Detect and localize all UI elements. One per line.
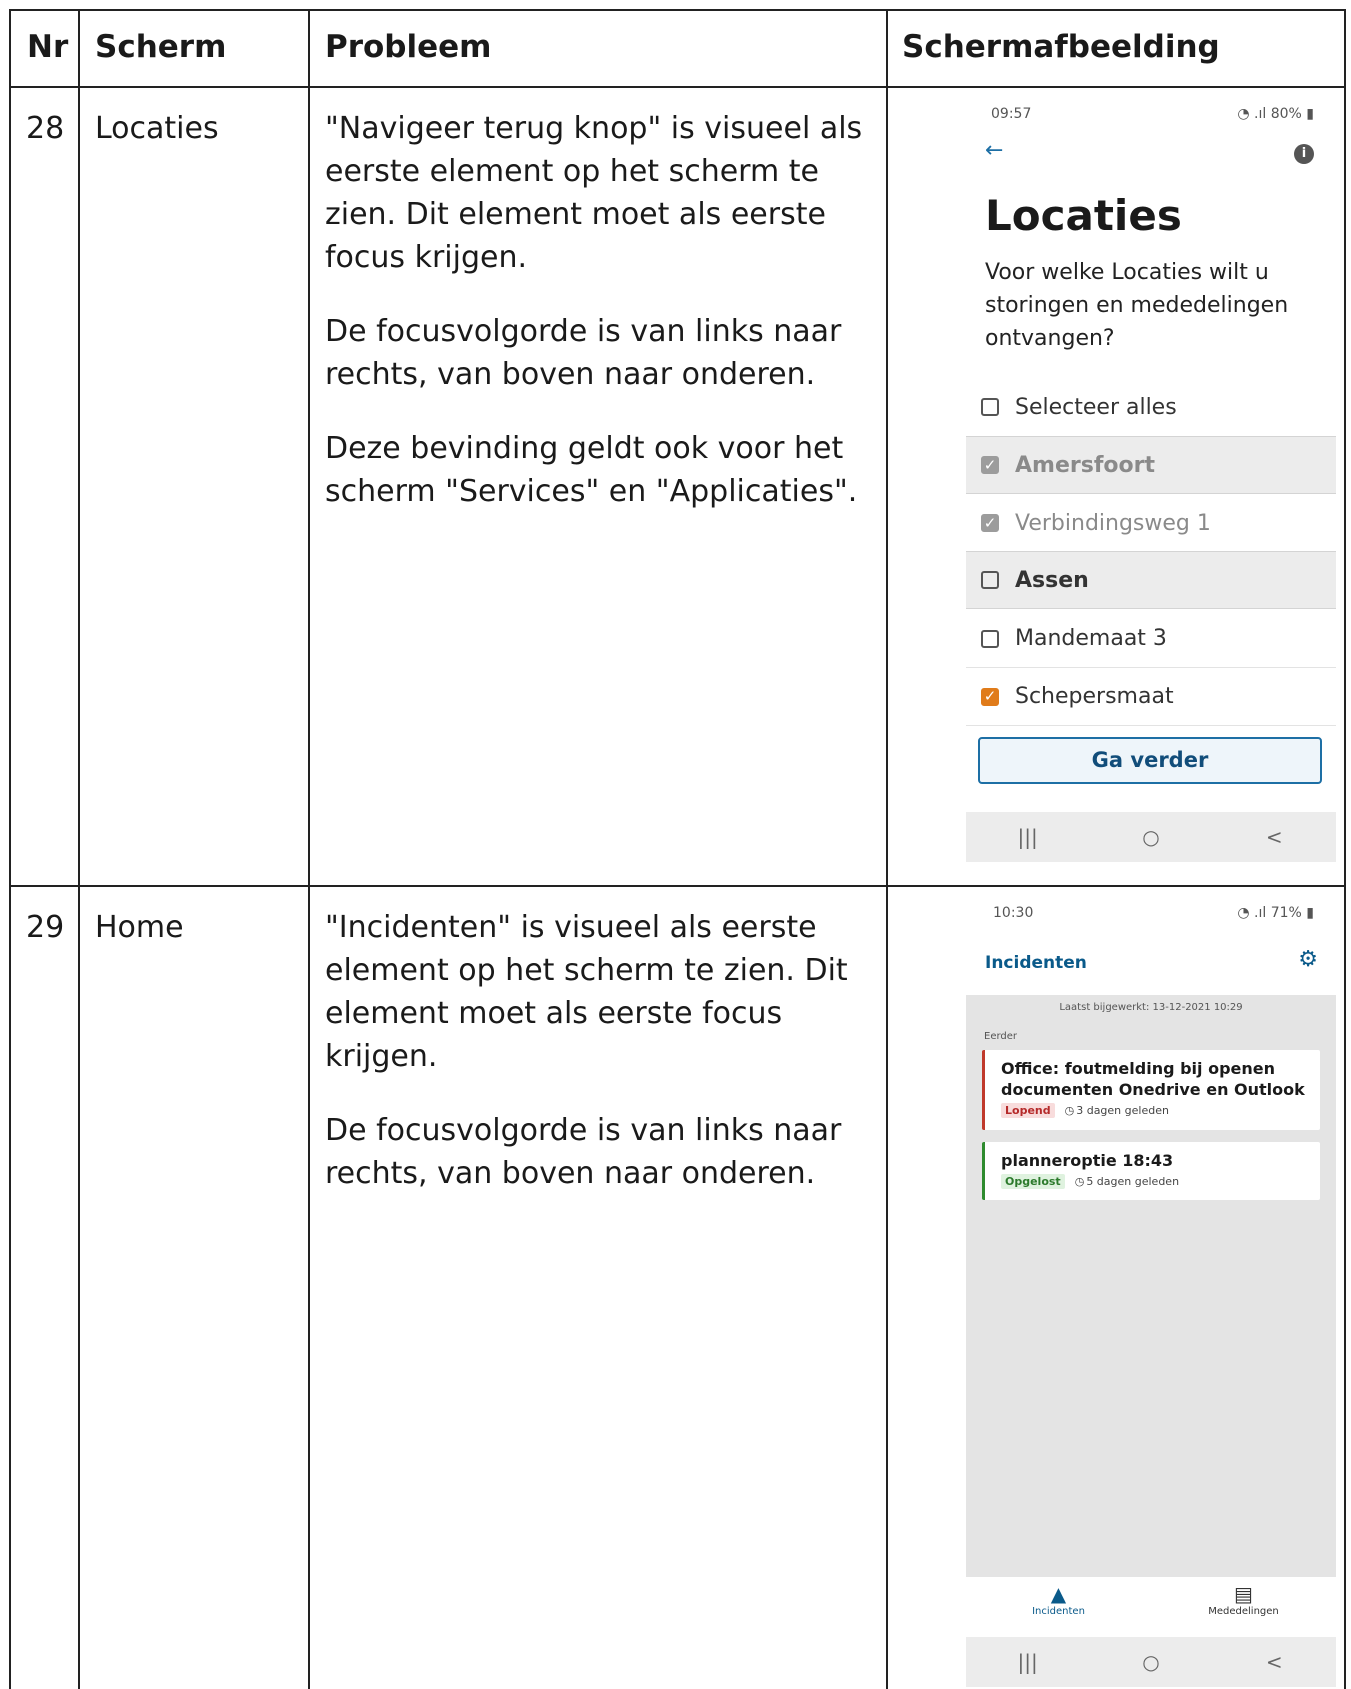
incident-age: 3 dagen geleden xyxy=(1076,1104,1169,1117)
checkbox-checked-icon[interactable]: ✓ xyxy=(981,687,999,706)
battery-icon: ▮ xyxy=(1301,905,1314,921)
incidenten-header[interactable]: Incidenten xyxy=(985,953,1087,973)
row-divider xyxy=(11,885,1346,887)
incident-age: 5 dagen geleden xyxy=(1086,1175,1180,1188)
row-scherm: Home xyxy=(95,910,184,945)
tab-mededelingen[interactable]: ▤ Mededelingen xyxy=(1184,1577,1304,1637)
checkbox-label: Mandemaat 3 xyxy=(1015,626,1167,651)
tab-label: Mededelingen xyxy=(1208,1606,1279,1617)
section-label: Eerder xyxy=(984,1031,1018,1042)
header-schermafbeelding: Schermafbeelding xyxy=(902,29,1220,65)
back-icon[interactable]: < xyxy=(1254,1650,1294,1674)
ga-verder-button[interactable]: Ga verder xyxy=(978,737,1322,784)
header-scherm: Scherm xyxy=(95,29,227,65)
home-icon[interactable]: ○ xyxy=(1131,1650,1171,1674)
android-nav-bar: ||| ○ < xyxy=(966,1637,1336,1687)
battery-level: 80% xyxy=(1270,106,1302,122)
arrow-left-icon[interactable]: ← xyxy=(985,138,1003,163)
checkbox-verbindingsweg[interactable]: ✓ Verbindingsweg 1 xyxy=(966,494,1336,552)
incident-list: Laatst bijgewerkt: 13-12-2021 10:29 Eerd… xyxy=(966,995,1336,1577)
header-divider xyxy=(11,86,1346,88)
screenshot-home: 10:30 ◔ .ıl 71% ▮ Incidenten ⚙ Laatst bi… xyxy=(951,895,1336,1687)
checkbox-assen[interactable]: Assen xyxy=(966,551,1336,609)
column-divider xyxy=(78,11,80,1689)
recents-icon[interactable]: ||| xyxy=(1008,825,1048,849)
checkbox-amersfoort[interactable]: ✓ Amersfoort xyxy=(966,436,1336,494)
checkbox-label: Schepersmaat xyxy=(1015,684,1174,709)
checkbox-schepersmaat[interactable]: ✓ Schepersmaat xyxy=(966,668,1336,726)
checkbox-icon[interactable] xyxy=(981,571,999,589)
probleem-paragraph: "Incidenten" is visueel als eerste eleme… xyxy=(325,910,848,1074)
gear-icon[interactable]: ⚙ xyxy=(1298,947,1318,972)
incident-meta: Lopend ◷ 3 dagen geleden xyxy=(1001,1103,1308,1118)
probleem-paragraph: Deze bevinding geldt ook voor het scherm… xyxy=(325,431,858,509)
battery-level: 71% xyxy=(1270,905,1302,921)
checkbox-icon[interactable] xyxy=(981,629,999,648)
home-icon[interactable]: ○ xyxy=(1131,825,1171,849)
checkbox-select-all[interactable]: Selecteer alles xyxy=(966,378,1336,436)
incident-card[interactable]: planneroptie 18:43 Opgelost ◷ 5 dagen ge… xyxy=(982,1142,1320,1200)
checkbox-label: Selecteer alles xyxy=(1015,394,1177,420)
incident-meta: Opgelost ◷ 5 dagen geleden xyxy=(1001,1174,1308,1189)
status-time: 10:30 xyxy=(993,905,1034,921)
back-icon[interactable]: < xyxy=(1254,825,1294,849)
status-badge: Lopend xyxy=(1001,1103,1055,1118)
warning-icon: ▲ xyxy=(1050,1582,1067,1606)
tab-label: Incidenten xyxy=(1032,1606,1085,1617)
status-icons: ◔ .ıl 71% ▮ xyxy=(1237,905,1314,921)
row-probleem: "Navigeer terug knop" is visueel als eer… xyxy=(325,107,875,544)
message-icon: ▤ xyxy=(1234,1582,1253,1606)
row-nr: 28 xyxy=(26,111,65,146)
probleem-paragraph: "Navigeer terug knop" is visueel als eer… xyxy=(325,111,863,275)
last-updated: Laatst bijgewerkt: 13-12-2021 10:29 xyxy=(1059,1002,1243,1013)
wifi-icon: ◔ .ıl xyxy=(1237,905,1271,921)
checkbox-label: Verbindingsweg 1 xyxy=(1015,510,1211,536)
probleem-paragraph: De focusvolgorde is van links naar recht… xyxy=(325,1113,842,1191)
checkbox-checked-icon[interactable]: ✓ xyxy=(981,456,999,474)
row-nr: 29 xyxy=(26,910,65,945)
info-icon[interactable]: i xyxy=(1294,144,1314,164)
row-probleem: "Incidenten" is visueel als eerste eleme… xyxy=(325,906,875,1226)
checkbox-mandemaat[interactable]: Mandemaat 3 xyxy=(966,610,1336,668)
incident-title: planneroptie 18:43 xyxy=(1001,1151,1174,1170)
column-divider xyxy=(308,11,310,1689)
status-badge: Opgelost xyxy=(1001,1174,1065,1189)
bottom-tab-bar: ▲ Incidenten ▤ Mededelingen xyxy=(966,1577,1336,1637)
checkbox-label: Amersfoort xyxy=(1015,452,1155,478)
page-title: Locaties xyxy=(985,191,1182,240)
table-right-border xyxy=(1344,11,1346,1689)
recents-icon[interactable]: ||| xyxy=(1008,1650,1048,1674)
incident-card[interactable]: Office: foutmelding bij openen documente… xyxy=(982,1050,1320,1130)
android-nav-bar: ||| ○ < xyxy=(966,812,1336,862)
clock-icon: ◷ xyxy=(1064,1104,1075,1117)
page-subtitle: Voor welke Locaties wilt u storingen en … xyxy=(985,260,1289,351)
probleem-paragraph: De focusvolgorde is van links naar recht… xyxy=(325,314,842,392)
clock-icon: ◷ xyxy=(1074,1175,1085,1188)
header-nr: Nr xyxy=(27,29,69,65)
checkbox-checked-icon[interactable]: ✓ xyxy=(981,514,999,532)
incident-title: Office: foutmelding bij openen documente… xyxy=(1001,1059,1305,1099)
screenshot-locaties: 09:57 ◔ .ıl 80% ▮ ← i Locaties Voor welk… xyxy=(951,96,1336,862)
checkbox-icon[interactable] xyxy=(981,398,999,416)
status-time: 09:57 xyxy=(991,106,1032,122)
column-divider xyxy=(886,11,888,1689)
header-probleem: Probleem xyxy=(325,29,492,65)
battery-icon: ▮ xyxy=(1301,106,1314,122)
row-scherm: Locaties xyxy=(95,111,219,146)
status-icons: ◔ .ıl 80% ▮ xyxy=(1237,106,1314,122)
wifi-icon: ◔ .ıl xyxy=(1237,106,1271,122)
checkbox-label: Assen xyxy=(1015,567,1089,593)
tab-incidenten[interactable]: ▲ Incidenten xyxy=(999,1577,1119,1637)
